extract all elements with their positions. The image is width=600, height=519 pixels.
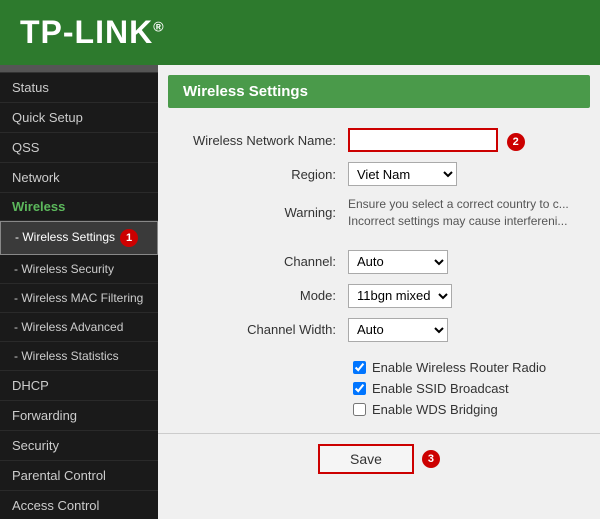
sidebar-item-wireless-advanced[interactable]: - Wireless Advanced	[0, 313, 158, 342]
sidebar-item-network[interactable]: Network	[0, 163, 158, 193]
badge-2: 2	[507, 133, 525, 151]
mode-label: Mode:	[178, 288, 348, 303]
warning-row: Warning: Ensure you select a correct cou…	[178, 196, 580, 230]
enable-ssid-checkbox[interactable]	[353, 382, 366, 395]
sidebar-item-parental-control[interactable]: Parental Control	[0, 461, 158, 491]
channel-width-select[interactable]: Auto 20MHz 40MHz	[348, 318, 448, 342]
main-layout: StatusQuick SetupQSSNetworkWireless- Wir…	[0, 65, 600, 519]
network-name-row: Wireless Network Name: 2	[178, 128, 580, 152]
enable-radio-label: Enable Wireless Router Radio	[372, 360, 546, 375]
form-area: Wireless Network Name: 2 Region: Viet Na…	[158, 123, 600, 433]
scroll-indicator	[0, 65, 158, 73]
sidebar-item-forwarding[interactable]: Forwarding	[0, 401, 158, 431]
sidebar-item-wireless-statistics[interactable]: - Wireless Statistics	[0, 342, 158, 371]
sidebar-item-quick-setup[interactable]: Quick Setup	[0, 103, 158, 133]
enable-radio-checkbox[interactable]	[353, 361, 366, 374]
mode-row: Mode: 11bgn mixed 11b only 11g only 11n …	[178, 284, 580, 308]
sidebar-item-dhcp[interactable]: DHCP	[0, 371, 158, 401]
channel-label: Channel:	[178, 254, 348, 269]
sidebar-item-wireless-security[interactable]: - Wireless Security	[0, 255, 158, 284]
checkbox3-row: Enable WDS Bridging	[178, 402, 580, 417]
channel-width-row: Channel Width: Auto 20MHz 40MHz	[178, 318, 580, 342]
header: TP-LINK®	[0, 0, 600, 65]
logo-reg-icon: ®	[153, 18, 164, 34]
mode-select[interactable]: 11bgn mixed 11b only 11g only 11n only	[348, 284, 452, 308]
badge-3: 3	[422, 450, 440, 468]
main-content: Wireless Settings Wireless Network Name:…	[158, 65, 600, 519]
region-value: Viet Nam United States China Europe	[348, 162, 580, 186]
page-title: Wireless Settings	[183, 83, 308, 100]
sidebar-item-security[interactable]: Security	[0, 431, 158, 461]
enable-wds-label: Enable WDS Bridging	[372, 402, 498, 417]
sidebar-item-wireless-settings[interactable]: - Wireless Settings1	[0, 221, 158, 255]
channel-width-label: Channel Width:	[178, 322, 348, 337]
sidebar: StatusQuick SetupQSSNetworkWireless- Wir…	[0, 65, 158, 519]
channel-width-value: Auto 20MHz 40MHz	[348, 318, 580, 342]
network-name-input[interactable]	[348, 128, 498, 152]
enable-ssid-label: Enable SSID Broadcast	[372, 381, 509, 396]
sidebar-item-wireless[interactable]: Wireless	[0, 193, 158, 221]
region-label: Region:	[178, 167, 348, 182]
network-name-label: Wireless Network Name:	[178, 133, 348, 148]
checkbox2-row: Enable SSID Broadcast	[178, 381, 580, 396]
warning-label: Warning:	[178, 205, 348, 220]
channel-select[interactable]: Auto 123 456	[348, 250, 448, 274]
sidebar-item-wireless-mac-filtering[interactable]: - Wireless MAC Filtering	[0, 284, 158, 313]
channel-row: Channel: Auto 123 456	[178, 250, 580, 274]
sidebar-item-status[interactable]: Status	[0, 73, 158, 103]
logo: TP-LINK®	[20, 14, 165, 51]
mode-value: 11bgn mixed 11b only 11g only 11n only	[348, 284, 580, 308]
warning-text: Ensure you select a correct country to c…	[348, 196, 580, 230]
region-row: Region: Viet Nam United States China Eur…	[178, 162, 580, 186]
channel-value: Auto 123 456	[348, 250, 580, 274]
badge-1: 1	[120, 229, 138, 247]
region-select[interactable]: Viet Nam United States China Europe	[348, 162, 457, 186]
network-name-value: 2	[348, 128, 580, 152]
logo-name: TP-LINK	[20, 14, 153, 50]
warning-text-container: Ensure you select a correct country to c…	[348, 196, 580, 230]
sidebar-item-qss[interactable]: QSS	[0, 133, 158, 163]
content-header: Wireless Settings	[168, 75, 590, 108]
save-area: Save 3	[158, 433, 600, 484]
enable-wds-checkbox[interactable]	[353, 403, 366, 416]
checkbox1-row: Enable Wireless Router Radio	[178, 360, 580, 375]
save-button[interactable]: Save	[318, 444, 414, 474]
sidebar-item-access-control[interactable]: Access Control	[0, 491, 158, 519]
